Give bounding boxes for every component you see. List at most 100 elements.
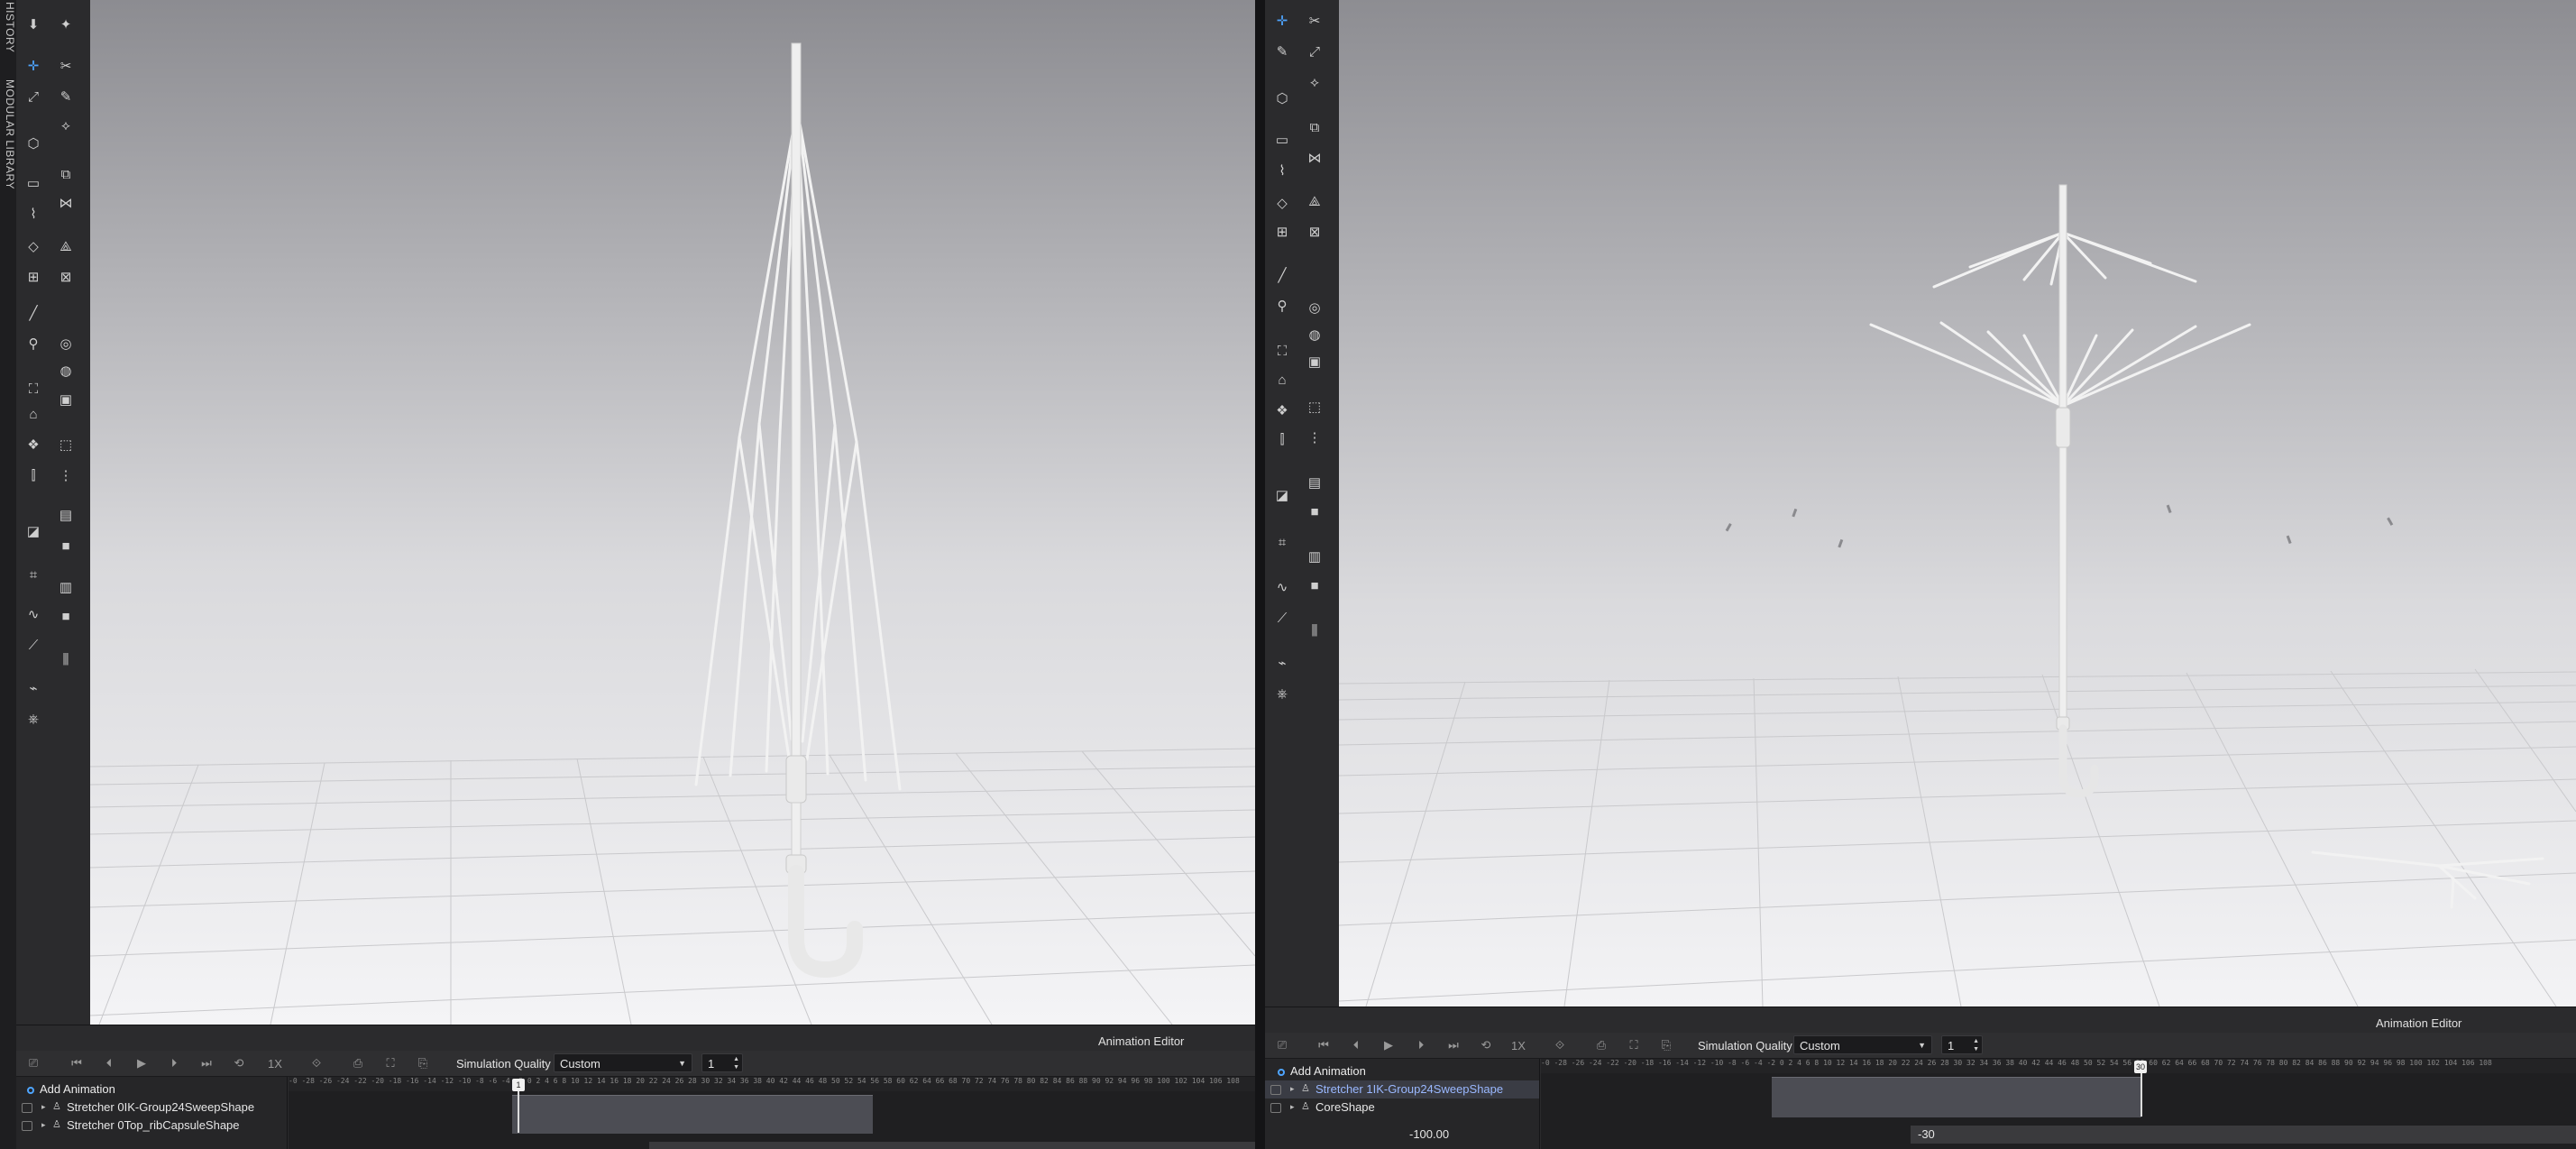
modular-library-tab[interactable]: MODULAR LIBRARY — [0, 79, 16, 189]
buttonhole-icon[interactable]: ⬚ — [56, 435, 76, 455]
topstitch-icon[interactable]: ⋮ — [56, 465, 76, 485]
edit-point-icon[interactable]: ⟡ — [1305, 72, 1325, 92]
measure-icon[interactable]: ⌗ — [1272, 532, 1292, 552]
globe-icon[interactable]: ◍ — [1305, 325, 1325, 345]
texture-edit-icon[interactable]: ⛶ — [1272, 341, 1292, 361]
fabric-icon[interactable]: ■ — [56, 536, 76, 556]
go-to-end-icon[interactable]: ⏭ — [197, 1054, 216, 1072]
brush-tool-icon[interactable]: ╱ — [1272, 265, 1292, 285]
dart-tool-icon[interactable]: ◇ — [1272, 193, 1292, 213]
next-frame-icon[interactable]: ⏵ — [1411, 1036, 1431, 1054]
avatar-measure-icon[interactable]: ◎ — [1305, 298, 1325, 317]
button-tool-icon[interactable]: ❖ — [1272, 400, 1292, 420]
play-icon[interactable]: ▶ — [1379, 1036, 1398, 1054]
value-field-right[interactable]: -30 — [1918, 1127, 1935, 1141]
jacket-icon[interactable]: ⎈ — [23, 709, 43, 729]
shirt-icon[interactable]: ⌁ — [23, 678, 43, 698]
sewing-tool-icon[interactable]: ⧉ — [1305, 117, 1325, 137]
record-icon[interactable]: ⎚ — [1272, 1036, 1292, 1054]
speed-button[interactable]: 1X — [1505, 1036, 1532, 1054]
edit-curvature-icon[interactable]: ✎ — [56, 87, 76, 106]
go-to-start-icon[interactable]: ⏮ — [67, 1054, 87, 1072]
step-spinbox[interactable]: 1 ▲ ▼ — [701, 1053, 743, 1072]
playhead[interactable]: 30 — [2134, 1061, 2147, 1073]
pose-figure-icon[interactable]: ✦ — [56, 14, 76, 34]
expand-arrow-icon[interactable]: ▸ — [41, 1120, 46, 1130]
drop-arrow-icon[interactable]: ⬇ — [23, 14, 43, 34]
measure-icon[interactable]: ⌗ — [23, 565, 43, 584]
curve-tool-icon[interactable]: ∿ — [23, 604, 43, 624]
pattern-piece-icon[interactable]: ◪ — [1272, 485, 1292, 505]
camera-icon[interactable]: ⎙ — [348, 1054, 368, 1072]
transform-pattern-icon[interactable]: ⤢ — [23, 87, 43, 106]
trim-tool-icon[interactable]: ⌂ — [23, 404, 43, 424]
trim-tool-icon[interactable]: ⌂ — [1272, 370, 1292, 390]
avatar-measure-icon[interactable]: ◎ — [56, 334, 76, 354]
garment-arrange-icon[interactable]: ✂ — [1305, 11, 1325, 31]
layer-icon[interactable]: ▤ — [56, 505, 76, 525]
3d-viewport[interactable] — [1339, 0, 2576, 1007]
animation-clip[interactable] — [512, 1095, 873, 1134]
export-icon[interactable]: ⎘ — [413, 1054, 433, 1072]
step-spinbox[interactable]: 1 ▲ ▼ — [1941, 1035, 1983, 1054]
playhead[interactable]: 1 — [512, 1079, 525, 1091]
record-icon[interactable]: ⎚ — [23, 1054, 43, 1072]
visibility-icon[interactable] — [22, 1121, 32, 1131]
button-tool-icon[interactable]: ❖ — [23, 435, 43, 455]
spin-arrows-icon[interactable]: ▲ ▼ — [1973, 1037, 1979, 1053]
timeline[interactable]: -0 -28 -26 -24 -22 -20 -18 -16 -14 -12 -… — [289, 1077, 1255, 1149]
visibility-icon[interactable] — [1270, 1103, 1281, 1113]
fold-arrange-icon[interactable]: ⟁ — [56, 236, 76, 256]
tack-tool-icon[interactable]: ⊞ — [23, 267, 43, 287]
track-row[interactable]: ▸ ♙ CoreShape — [1265, 1098, 1539, 1117]
fabric-block-icon[interactable]: ■ — [56, 606, 76, 626]
jacket-icon[interactable]: ⎈ — [1272, 684, 1292, 703]
previous-frame-icon[interactable]: ⏴ — [99, 1054, 119, 1072]
rectangle-tool-icon[interactable]: ▭ — [1272, 130, 1292, 150]
speed-button[interactable]: 1X — [261, 1054, 289, 1072]
tack-tool-icon[interactable]: ⊞ — [1272, 222, 1292, 242]
simulation-quality-select[interactable]: Custom ▼ — [1793, 1035, 1932, 1054]
size-grading-icon[interactable]: ▥ — [56, 577, 76, 597]
fabric-block-icon[interactable]: ■ — [1305, 575, 1325, 595]
spin-arrows-icon[interactable]: ▲ ▼ — [733, 1055, 739, 1071]
shirring-icon[interactable]: ⊠ — [1305, 222, 1325, 242]
visibility-icon[interactable] — [1270, 1085, 1281, 1095]
graphic-tool-icon[interactable]: ▣ — [1305, 352, 1325, 372]
previous-frame-icon[interactable]: ⏴ — [1346, 1036, 1366, 1054]
garment-arrange-icon[interactable]: ✂ — [56, 56, 76, 76]
sliders-icon[interactable]: ⫼ — [56, 649, 76, 669]
select-move-icon[interactable]: ✛ — [1272, 11, 1292, 31]
pin-tool-icon[interactable]: ⚲ — [23, 334, 43, 354]
go-to-end-icon[interactable]: ⏭ — [1444, 1036, 1463, 1054]
polygon-tool-icon[interactable]: ⬡ — [1272, 88, 1292, 108]
fold-arrange-icon[interactable]: ⟁ — [1305, 191, 1325, 211]
select-move-icon[interactable]: ✛ — [23, 56, 43, 76]
zipper-tool-icon[interactable]: ⫿ — [1272, 429, 1292, 449]
next-frame-icon[interactable]: ⏵ — [164, 1054, 184, 1072]
export-icon[interactable]: ⎘ — [1656, 1036, 1676, 1054]
ruler-tool-icon[interactable]: ⟋ — [23, 635, 43, 655]
visibility-icon[interactable] — [22, 1103, 32, 1113]
shirt-icon[interactable]: ⌁ — [1272, 653, 1292, 673]
track-row[interactable]: ▸ ♙ Stretcher 0IK-Group24SweepShape — [16, 1098, 287, 1117]
add-animation-button[interactable]: Add Animation — [1278, 1064, 1366, 1078]
edit-point-icon[interactable]: ⟡ — [56, 115, 76, 135]
pin-tool-icon[interactable]: ⚲ — [1272, 296, 1292, 316]
loop-icon[interactable]: ⟲ — [229, 1054, 249, 1072]
rectangle-tool-icon[interactable]: ▭ — [23, 173, 43, 193]
3d-viewport[interactable] — [90, 0, 1255, 1025]
size-grading-icon[interactable]: ▥ — [1305, 547, 1325, 566]
layer-icon[interactable]: ▤ — [1305, 473, 1325, 492]
loop-icon[interactable]: ⟲ — [1476, 1036, 1496, 1054]
history-tab[interactable]: HISTORY — [0, 2, 16, 52]
edit-curvature-icon[interactable]: ✎ — [1272, 41, 1292, 61]
animation-clip[interactable] — [1772, 1077, 2141, 1117]
camera-icon[interactable]: ⎙ — [1591, 1036, 1611, 1054]
zipper-tool-icon[interactable]: ⫿ — [23, 465, 43, 485]
keyframe-icon[interactable]: ⟐ — [1550, 1036, 1570, 1054]
expand-arrow-icon[interactable]: ▸ — [1290, 1084, 1295, 1094]
segment-sewing-icon[interactable]: ⋈ — [56, 193, 76, 213]
frame-view-icon[interactable]: ⛶ — [1624, 1036, 1644, 1054]
internal-line-icon[interactable]: ⌇ — [23, 204, 43, 224]
